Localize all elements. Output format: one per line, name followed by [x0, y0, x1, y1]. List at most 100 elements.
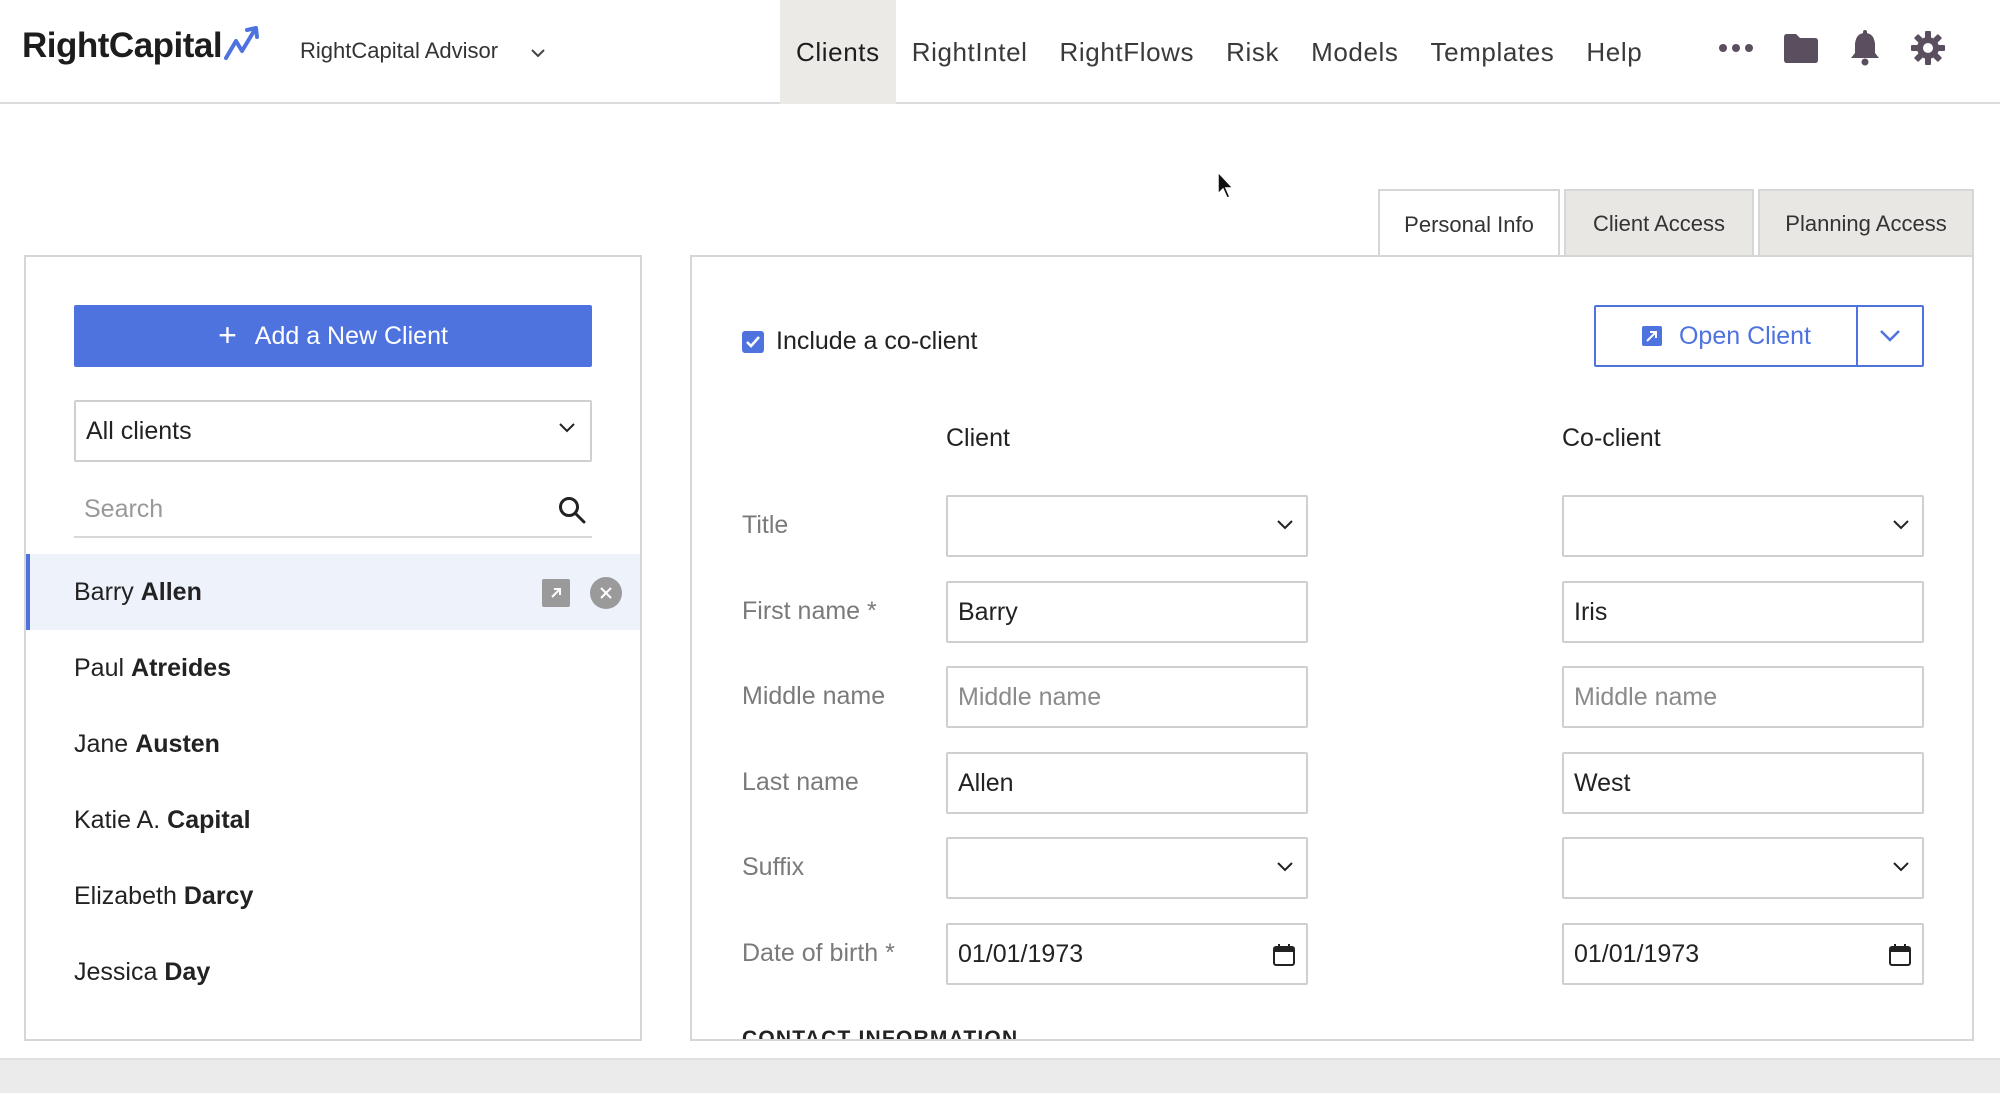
nav-rightintel[interactable]: RightIntel — [896, 0, 1044, 104]
mouse-cursor-icon — [1217, 170, 1235, 199]
coclient-title-select[interactable] — [1562, 495, 1924, 557]
calendar-icon[interactable] — [1888, 943, 1912, 967]
main-nav: Clients RightIntel RightFlows Risk Model… — [780, 0, 1658, 104]
client-dob-field[interactable]: 01/01/1973 — [946, 923, 1308, 985]
plus-icon: + — [218, 316, 237, 353]
nav-help[interactable]: Help — [1570, 0, 1658, 104]
client-last-name: Allen — [140, 577, 202, 606]
client-list-item[interactable]: Jessica Day — [26, 934, 640, 1010]
client-list: Barry Allen Paul Atreides Jane Austen Ka… — [26, 554, 640, 1010]
client-detail-tabs: Personal Info Client Access Planning Acc… — [1378, 187, 1974, 259]
logo-text: RightCapital — [22, 26, 223, 65]
client-first-name: Jane — [74, 729, 129, 758]
client-last-name-field[interactable]: Allen — [946, 752, 1308, 814]
add-new-client-label: Add a New Client — [254, 321, 448, 350]
search-icon[interactable] — [558, 496, 586, 524]
client-first-name: Paul — [74, 653, 125, 682]
open-client-button[interactable]: Open Client — [1596, 307, 1858, 365]
client-suffix-select[interactable] — [946, 837, 1308, 899]
nav-models[interactable]: Models — [1295, 0, 1414, 104]
chevron-down-icon — [559, 423, 575, 433]
chevron-down-icon — [531, 49, 545, 58]
contact-information-heading: CONTACT INFORMATION — [742, 1027, 1019, 1041]
open-external-icon — [1641, 326, 1662, 346]
gear-icon[interactable] — [1910, 30, 1946, 66]
client-list-item[interactable]: Katie A. Capital — [26, 782, 640, 858]
tab-planning-access[interactable]: Planning Access — [1758, 189, 1974, 257]
advisor-switcher[interactable]: RightCapital Advisor — [300, 38, 546, 64]
include-coclient-checkbox[interactable] — [742, 330, 764, 353]
suffix-label: Suffix — [742, 853, 805, 881]
client-last-name-value: Allen — [958, 768, 1014, 797]
coclient-first-name-field[interactable]: Iris — [1562, 581, 1924, 643]
first-name-label: First name * — [742, 597, 877, 625]
coclient-column-header: Co-client — [1562, 424, 1661, 452]
nav-clients[interactable]: Clients — [780, 0, 896, 104]
include-coclient-toggle[interactable]: Include a co-client — [742, 327, 978, 356]
personal-info-panel: Include a co-client Open Client Client C… — [690, 255, 1974, 1041]
client-first-name: Elizabeth — [74, 881, 177, 910]
client-middle-name-field — [946, 666, 1308, 728]
client-title-select[interactable] — [946, 495, 1308, 557]
nav-rightflows[interactable]: RightFlows — [1044, 0, 1211, 104]
client-filter-select[interactable]: All clients — [74, 400, 592, 462]
nav-risk[interactable]: Risk — [1210, 0, 1295, 104]
client-last-name: Capital — [167, 805, 251, 834]
chevron-down-icon — [1277, 862, 1293, 872]
open-client-split-button: Open Client — [1594, 305, 1924, 367]
client-first-name: Barry — [74, 577, 134, 606]
bell-icon[interactable] — [1848, 30, 1882, 66]
chevron-down-icon — [1277, 520, 1293, 530]
calendar-icon[interactable] — [1272, 943, 1296, 967]
client-column-header: Client — [946, 424, 1010, 452]
open-client-dropdown-toggle[interactable] — [1858, 307, 1922, 365]
nav-icon-group — [1718, 30, 1946, 66]
client-search — [74, 482, 592, 538]
more-dots-icon[interactable] — [1718, 43, 1754, 53]
client-first-name-field[interactable]: Barry — [946, 581, 1308, 643]
coclient-first-name-value: Iris — [1574, 597, 1608, 626]
client-middle-name-input[interactable] — [958, 668, 1306, 726]
date-of-birth-label: Date of birth * — [742, 939, 895, 967]
open-client-label: Open Client — [1678, 321, 1812, 350]
coclient-middle-name-field — [1562, 666, 1924, 728]
client-list-item[interactable]: Elizabeth Darcy — [26, 858, 640, 934]
last-name-label: Last name — [742, 768, 859, 796]
logo-arrow-icon — [224, 26, 260, 60]
client-list-item[interactable]: Barry Allen — [26, 554, 640, 630]
open-external-icon[interactable] — [542, 579, 570, 607]
folder-icon[interactable] — [1782, 32, 1820, 64]
tab-personal-info[interactable]: Personal Info — [1378, 189, 1560, 259]
remove-client-icon[interactable] — [590, 577, 622, 609]
nav-templates[interactable]: Templates — [1415, 0, 1571, 104]
client-last-name: Day — [164, 957, 211, 986]
client-list-item[interactable]: Paul Atreides — [26, 630, 640, 706]
client-first-name: Jessica — [74, 957, 158, 986]
title-label: Title — [742, 511, 789, 539]
bottom-scroll-strip — [0, 1058, 2000, 1093]
chevron-down-icon — [1880, 330, 1900, 342]
client-dob-value: 01/01/1973 — [958, 939, 1084, 968]
client-first-name: Katie A. — [74, 805, 161, 834]
include-coclient-label: Include a co-client — [776, 327, 978, 355]
coclient-dob-value: 01/01/1973 — [1574, 939, 1700, 968]
chevron-down-icon — [1893, 520, 1909, 530]
client-list-item[interactable]: Jane Austen — [26, 706, 640, 782]
client-last-name: Darcy — [183, 881, 254, 910]
coclient-suffix-select[interactable] — [1562, 837, 1924, 899]
coclient-last-name-field[interactable]: West — [1562, 752, 1924, 814]
rightcapital-logo[interactable]: RightCapital — [22, 26, 266, 66]
client-search-input[interactable] — [74, 482, 534, 536]
client-filter-value: All clients — [86, 416, 192, 445]
add-new-client-button[interactable]: + Add a New Client — [74, 305, 592, 367]
checkmark-icon — [746, 335, 760, 348]
coclient-middle-name-input[interactable] — [1574, 668, 1922, 726]
middle-name-label: Middle name — [742, 682, 886, 710]
client-list-panel: + Add a New Client All clients Barry All… — [24, 255, 642, 1041]
coclient-dob-field[interactable]: 01/01/1973 — [1562, 923, 1924, 985]
tab-client-access[interactable]: Client Access — [1564, 189, 1754, 257]
coclient-last-name-value: West — [1574, 768, 1631, 797]
advisor-label: RightCapital Advisor — [300, 38, 499, 63]
chevron-down-icon — [1893, 862, 1909, 872]
client-last-name: Atreides — [131, 653, 232, 682]
